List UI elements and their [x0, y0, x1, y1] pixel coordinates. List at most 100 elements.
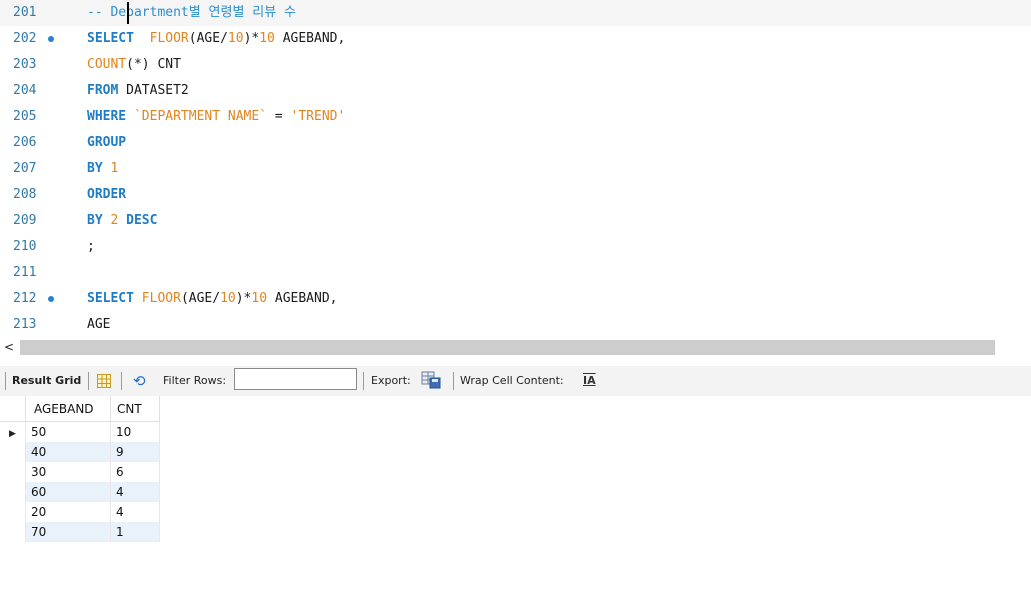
code-token: GROUP: [87, 135, 127, 150]
code-text[interactable]: GROUP: [87, 130, 126, 156]
line-number: 211: [13, 265, 37, 280]
cell-cnt[interactable]: 9: [110, 442, 160, 462]
row-selector[interactable]: ▶: [0, 421, 26, 442]
code-token: DATASET2: [118, 83, 189, 98]
code-token: )*: [235, 291, 252, 306]
filter-rows-input[interactable]: [234, 368, 357, 390]
cell-ageband[interactable]: 50: [25, 421, 111, 442]
code-text[interactable]: BY 2 DESC: [87, 208, 157, 234]
scroll-left-arrow[interactable]: <: [4, 338, 14, 356]
code-token: FLOOR: [141, 291, 181, 306]
code-token: )*: [243, 31, 260, 46]
table-row[interactable]: 60 4: [0, 482, 160, 502]
toolbar-divider: [363, 372, 364, 390]
code-token: FROM: [87, 83, 119, 98]
cell-ageband[interactable]: 30: [25, 462, 111, 482]
export-icon[interactable]: [421, 371, 443, 389]
line-number: 213: [13, 317, 37, 332]
code-token: (AGE/: [180, 291, 221, 306]
code-line[interactable]: 209 BY 2 DESC: [0, 208, 1031, 234]
line-number: 210: [13, 239, 37, 254]
grid-view-icon[interactable]: [97, 374, 111, 388]
code-text[interactable]: COUNT(*) CNT: [87, 52, 181, 78]
code-line[interactable]: 206 GROUP: [0, 130, 1031, 156]
line-number: 212: [13, 291, 37, 306]
sql-editor[interactable]: 201 -- Department별 연령별 리뷰 수 202 SELECT FLOO…: [0, 0, 1031, 338]
code-line[interactable]: 204 FROM DATASET2: [0, 78, 1031, 104]
code-token: 10: [227, 31, 244, 46]
horizontal-scrollbar[interactable]: <: [0, 338, 1031, 358]
table-row[interactable]: 70 1: [0, 522, 160, 542]
cell-ageband[interactable]: 70: [25, 522, 111, 542]
cell-ageband[interactable]: 60: [25, 482, 111, 502]
line-number: 208: [13, 187, 37, 202]
code-token: WHERE: [87, 109, 127, 124]
code-token: SELECT: [87, 31, 134, 46]
row-selector-header[interactable]: [0, 396, 26, 422]
code-token: AGE: [87, 317, 111, 332]
code-line[interactable]: 211: [0, 260, 1031, 286]
code-text[interactable]: WHERE `DEPARTMENT NAME` = 'TREND': [87, 104, 345, 130]
code-line[interactable]: 212 SELECT FLOOR(AGE/10)*10 AGEBAND,: [0, 286, 1031, 312]
result-toolbar: Result Grid ⟲ Filter Rows: Export: Wrap …: [0, 366, 1031, 396]
row-selector[interactable]: [0, 462, 26, 482]
cell-cnt[interactable]: 4: [110, 482, 160, 502]
text-caret: [127, 2, 129, 24]
code-line[interactable]: 201 -- Department별 연령별 리뷰 수: [0, 0, 1031, 26]
code-line[interactable]: 205 WHERE `DEPARTMENT NAME` = 'TREND': [0, 104, 1031, 130]
table-row[interactable]: 30 6: [0, 462, 160, 482]
code-text[interactable]: -- Department별 연령별 리뷰 수: [87, 0, 296, 26]
code-text[interactable]: AGE: [87, 312, 110, 338]
table-row[interactable]: 20 4: [0, 502, 160, 522]
result-grid-tab[interactable]: Result Grid: [12, 366, 81, 396]
code-token: ORDER: [87, 187, 127, 202]
line-number: 206: [13, 135, 37, 150]
row-selector[interactable]: [0, 502, 26, 522]
code-line[interactable]: 207 BY 1: [0, 156, 1031, 182]
cell-cnt[interactable]: 1: [110, 522, 160, 542]
code-line[interactable]: 213 AGE: [0, 312, 1031, 338]
cell-cnt[interactable]: 6: [110, 462, 160, 482]
code-line[interactable]: 208 ORDER: [0, 182, 1031, 208]
row-selector[interactable]: [0, 522, 26, 542]
table-row[interactable]: ▶ 50 10: [0, 421, 160, 442]
toolbar-divider: [453, 372, 454, 390]
result-grid[interactable]: AGEBAND CNT ▶ 50 10 40 9 30 6 60 4 20 4 70 1: [0, 396, 160, 542]
code-token: (*) CNT: [126, 57, 181, 72]
code-token: =: [267, 109, 291, 124]
code-text[interactable]: SELECT FLOOR(AGE/10)*10 AGEBAND,: [87, 26, 345, 52]
column-header-ageband[interactable]: AGEBAND: [25, 396, 111, 422]
code-text[interactable]: BY 1: [87, 156, 118, 182]
code-line[interactable]: 202 SELECT FLOOR(AGE/10)*10 AGEBAND,: [0, 26, 1031, 52]
cell-cnt[interactable]: 4: [110, 502, 160, 522]
code-line[interactable]: 203 COUNT(*) CNT: [0, 52, 1031, 78]
code-line[interactable]: 210;: [0, 234, 1031, 260]
scrollbar-thumb[interactable]: [20, 340, 995, 355]
statement-marker-icon[interactable]: [48, 296, 54, 302]
code-token: DESC: [126, 213, 158, 228]
wrap-cell-content-icon[interactable]: IA: [583, 366, 596, 396]
line-number: 207: [13, 161, 37, 176]
cell-cnt[interactable]: 10: [110, 421, 160, 442]
code-token: `DEPARTMENT NAME`: [133, 109, 268, 124]
code-token: (AGE/: [188, 31, 228, 46]
refresh-icon[interactable]: ⟲: [133, 366, 146, 396]
row-selector[interactable]: [0, 482, 26, 502]
code-text[interactable]: ;: [87, 234, 95, 260]
column-header-cnt[interactable]: CNT: [110, 396, 160, 422]
table-row[interactable]: 40 9: [0, 442, 160, 462]
code-text[interactable]: FROM DATASET2: [87, 78, 189, 104]
row-selector[interactable]: [0, 442, 26, 462]
code-token: BY: [87, 213, 103, 228]
code-text[interactable]: SELECT FLOOR(AGE/10)*10 AGEBAND,: [87, 286, 338, 312]
cell-ageband[interactable]: 20: [25, 502, 111, 522]
statement-marker-icon[interactable]: [48, 36, 54, 42]
cell-ageband[interactable]: 40: [25, 442, 111, 462]
code-text[interactable]: ORDER: [87, 182, 126, 208]
line-number: 205: [13, 109, 37, 124]
code-token: 1: [110, 161, 119, 176]
